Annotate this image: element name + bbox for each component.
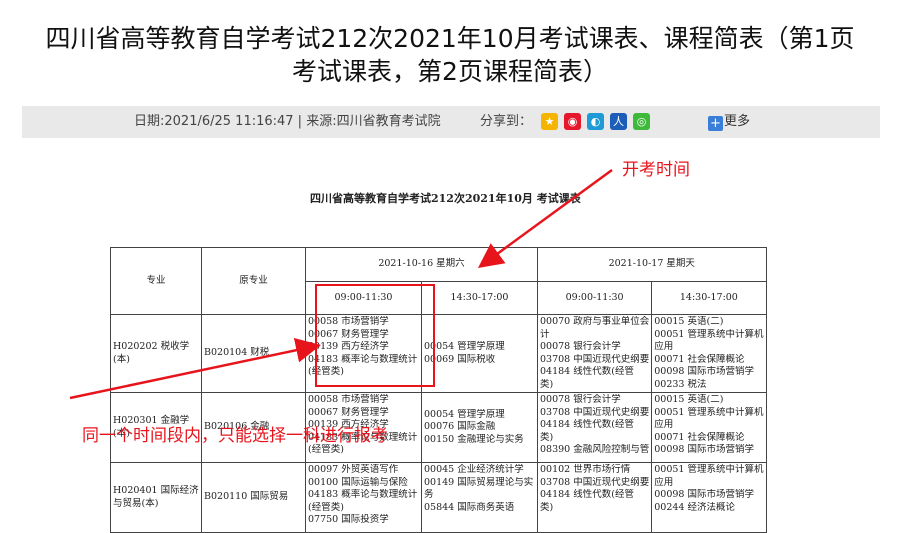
arrow-to-time-slot [69, 337, 321, 400]
arrow-to-time-header [477, 168, 613, 268]
annotation-one-subject: 同一个时间段内，只能选择一科进行报考 [82, 426, 388, 446]
annotation-exam-time: 开考时间 [622, 160, 690, 180]
